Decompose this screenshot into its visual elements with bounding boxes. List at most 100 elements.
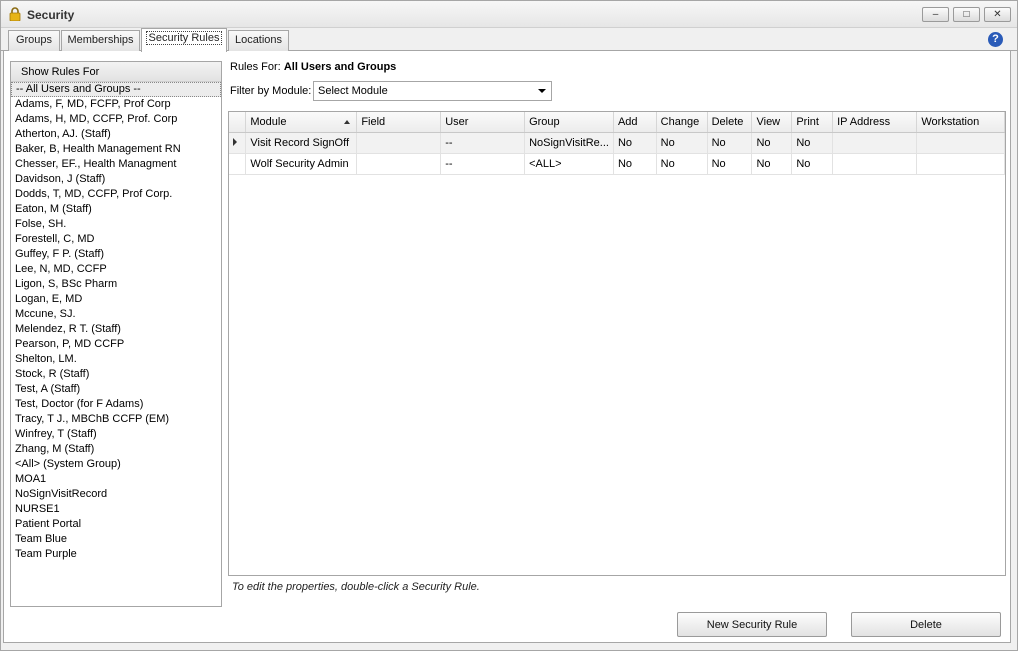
table-cell <box>832 153 918 175</box>
chevron-down-icon <box>538 89 546 93</box>
table-cell: No <box>707 132 753 154</box>
list-item[interactable]: Test, Doctor (for F Adams) <box>11 397 221 412</box>
tab-label: Memberships <box>67 34 134 46</box>
close-button[interactable]: ✕ <box>984 7 1011 22</box>
list-item[interactable]: Stock, R (Staff) <box>11 367 221 382</box>
rules-for-caption: Rules For: <box>230 61 281 73</box>
column-header[interactable]: View <box>751 112 793 133</box>
list-item[interactable]: Winfrey, T (Staff) <box>11 427 221 442</box>
column-header[interactable]: Module <box>245 112 358 133</box>
table-cell <box>356 153 442 175</box>
security-rules-grid: Module Field User Group Add Change Delete View P… <box>228 111 1006 576</box>
tab-label: Security Rules <box>145 31 223 45</box>
column-header[interactable]: Group <box>524 112 614 133</box>
security-rules-panel: Show Rules For -- All Users and Groups -… <box>3 51 1011 643</box>
title-bar: Security – □ ✕ <box>1 1 1017 28</box>
module-filter-value: Select Module <box>318 85 388 97</box>
column-header-label: Field <box>361 115 386 128</box>
list-item[interactable]: Chesser, EF., Health Managment <box>11 157 221 172</box>
module-filter-select[interactable]: Select Module <box>313 81 552 101</box>
delete-button[interactable]: Delete <box>851 612 1001 637</box>
list-item[interactable]: Patient Portal <box>11 517 221 532</box>
table-cell: NoSignVisitRe... <box>524 132 614 154</box>
table-cell <box>356 132 442 154</box>
table-cell <box>832 132 918 154</box>
list-item[interactable]: Logan, E, MD <box>11 292 221 307</box>
column-header[interactable]: User <box>440 112 526 133</box>
user-group-list: -- All Users and Groups -- Adams, F, MD, … <box>11 82 221 562</box>
column-header-label: Add <box>617 115 638 128</box>
list-item[interactable]: Atherton, AJ. (Staff) <box>11 127 221 142</box>
table-cell: No <box>751 132 793 154</box>
rules-for-value: All Users and Groups <box>283 61 397 73</box>
list-item[interactable]: Forestell, C, MD <box>11 232 221 247</box>
table-cell: -- <box>440 153 526 175</box>
list-item[interactable]: NURSE1 <box>11 502 221 517</box>
column-header-label: Workstation <box>921 115 980 128</box>
tab-groups[interactable]: Groups <box>8 30 60 51</box>
restore-button[interactable]: □ <box>953 7 980 22</box>
list-item[interactable]: Adams, H, MD, CCFP, Prof. Corp <box>11 112 221 127</box>
list-item[interactable]: Ligon, S, BSc Pharm <box>11 277 221 292</box>
list-item[interactable]: Davidson, J (Staff) <box>11 172 221 187</box>
list-item[interactable]: -- All Users and Groups -- <box>11 82 221 97</box>
list-item[interactable]: NoSignVisitRecord <box>11 487 221 502</box>
window-title: Security <box>27 8 75 22</box>
edit-hint: To edit the properties, double-click a S… <box>232 581 480 593</box>
tab-security-rules[interactable]: Security Rules <box>141 28 227 52</box>
list-item[interactable]: <All> (System Group) <box>11 457 221 472</box>
table-cell <box>916 153 1005 175</box>
table-cell <box>916 132 1005 154</box>
list-item[interactable]: Shelton, LM. <box>11 352 221 367</box>
grid-body: Visit Record SignOff -- NoSignVisitRe... No… <box>229 132 1005 175</box>
help-icon[interactable]: ? <box>988 32 1003 47</box>
list-item[interactable]: Melendez, R T. (Staff) <box>11 322 221 337</box>
list-item[interactable]: Folse, SH. <box>11 217 221 232</box>
list-item[interactable]: Adams, F, MD, FCFP, Prof Corp <box>11 97 221 112</box>
table-cell: No <box>613 132 657 154</box>
minimize-button[interactable]: – <box>922 7 949 22</box>
column-header-label: Module <box>250 115 287 128</box>
column-header-label: User <box>445 115 469 128</box>
row-indicator <box>229 153 247 175</box>
column-header[interactable]: Change <box>656 112 708 133</box>
tab-memberships[interactable]: Memberships <box>61 30 140 51</box>
list-item[interactable]: Dodds, T, MD, CCFP, Prof Corp. <box>11 187 221 202</box>
list-item[interactable]: Mccune, SJ. <box>11 307 221 322</box>
list-item[interactable]: Test, A (Staff) <box>11 382 221 397</box>
rules-for-label: Rules For: All Users and Groups <box>230 61 396 73</box>
list-item[interactable]: Tracy, T J., MBChB CCFP (EM) <box>11 412 221 427</box>
lock-icon <box>9 7 21 21</box>
column-header[interactable]: Add <box>613 112 657 133</box>
list-item[interactable]: Pearson, P, MD CCFP <box>11 337 221 352</box>
column-header[interactable]: Delete <box>707 112 753 133</box>
list-item[interactable]: Team Purple <box>11 547 221 562</box>
column-header[interactable]: Print <box>791 112 834 133</box>
rules-table: Module Field User Group Add Change Delete View P… <box>229 112 1005 175</box>
table-cell: -- <box>440 132 526 154</box>
list-item[interactable]: Lee, N, MD, CCFP <box>11 262 221 277</box>
list-item[interactable]: Eaton, M (Staff) <box>11 202 221 217</box>
table-row[interactable]: Visit Record SignOff -- NoSignVisitRe... No… <box>229 132 1005 154</box>
column-header-label: Change <box>660 115 700 128</box>
column-header[interactable]: Workstation <box>916 112 1005 133</box>
tab-locations[interactable]: Locations <box>228 30 289 51</box>
show-rules-for-list: Show Rules For -- All Users and Groups -… <box>10 61 222 607</box>
list-item[interactable]: MOA1 <box>11 472 221 487</box>
column-header-label: IP Address <box>837 115 891 128</box>
column-header[interactable]: IP Address <box>832 112 918 133</box>
table-cell: <ALL> <box>524 153 614 175</box>
row-indicator <box>229 132 247 154</box>
table-row[interactable]: Wolf Security Admin -- <ALL> No No No No No <box>229 153 1005 175</box>
list-item[interactable]: Guffey, F P. (Staff) <box>11 247 221 262</box>
list-item[interactable]: Team Blue <box>11 532 221 547</box>
list-item[interactable]: Baker, B, Health Management RN <box>11 142 221 157</box>
table-cell: Visit Record SignOff <box>245 132 358 154</box>
table-cell: No <box>707 153 753 175</box>
filter-by-module-label: Filter by Module: <box>230 85 312 97</box>
tab-strip: Groups Memberships Security Rules Locati… <box>1 28 1017 52</box>
new-security-rule-button[interactable]: New Security Rule <box>677 612 827 637</box>
column-header[interactable]: Field <box>356 112 442 133</box>
list-item[interactable]: Zhang, M (Staff) <box>11 442 221 457</box>
show-rules-for-header: Show Rules For <box>11 62 221 82</box>
